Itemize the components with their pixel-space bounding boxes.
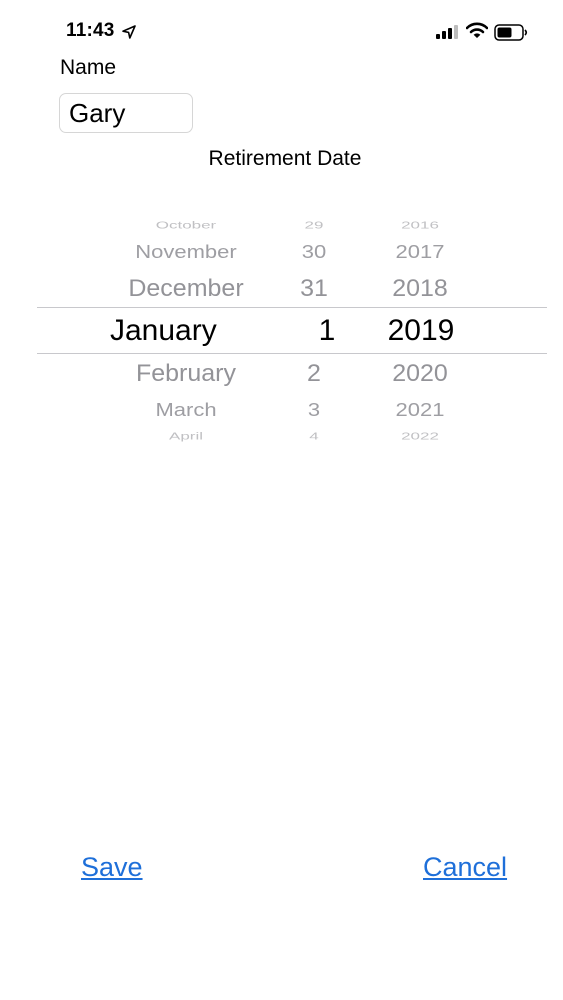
cellular-signal-icon	[436, 25, 458, 39]
picker-year-option[interactable]: 2018	[320, 277, 520, 301]
date-picker[interactable]: October 29 2016 November 30 2017 December 31 201…	[0, 196, 563, 456]
picker-year-option[interactable]: 2021	[320, 400, 520, 420]
retirement-date-title: Retirement Date	[208, 147, 362, 170]
picker-year-selected[interactable]: 2019	[321, 316, 521, 346]
name-field[interactable]	[59, 93, 193, 133]
picker-year-option[interactable]: 2017	[320, 242, 520, 262]
save-button[interactable]: Save	[81, 852, 143, 883]
cancel-button[interactable]: Cancel	[423, 852, 507, 883]
name-label: Name	[60, 56, 117, 79]
picker-year-option[interactable]: 2020	[320, 362, 520, 386]
status-time: 11:43	[66, 20, 115, 41]
picker-selection-bottom-line	[37, 353, 547, 354]
location-arrow-icon	[122, 25, 136, 39]
picker-year-option[interactable]: 2016	[320, 220, 520, 231]
wifi-icon	[466, 22, 488, 38]
battery-icon	[494, 24, 528, 41]
picker-selection-top-line	[37, 307, 547, 308]
picker-year-option[interactable]: 2022	[320, 431, 520, 442]
